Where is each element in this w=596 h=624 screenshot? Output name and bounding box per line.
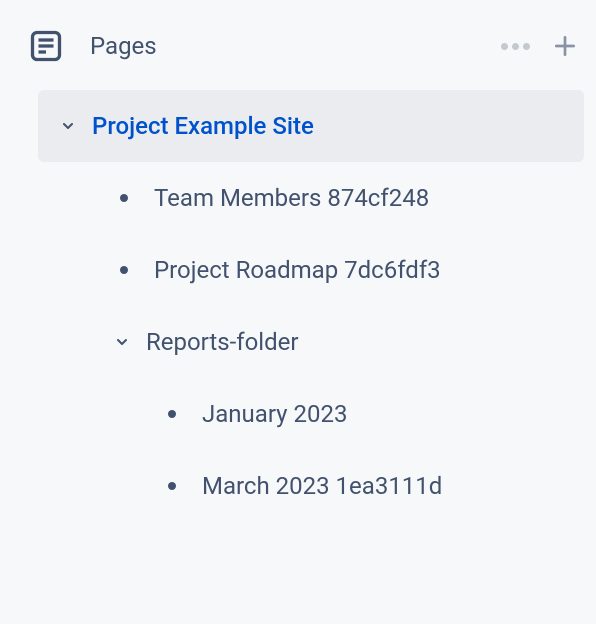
tree-item-page[interactable]: Team Members 874cf248 — [20, 162, 584, 234]
tree-item-label: January 2023 — [202, 400, 347, 428]
tree-item-label: Team Members 874cf248 — [154, 184, 429, 212]
tree-item-page[interactable]: Project Roadmap 7dc6fdf3 — [20, 234, 584, 306]
tree-item-folder[interactable]: Reports-folder — [20, 306, 584, 378]
more-options-icon[interactable] — [497, 39, 534, 54]
tree-item-root[interactable]: Project Example Site — [38, 90, 584, 162]
tree-item-label: Project Roadmap 7dc6fdf3 — [154, 256, 441, 284]
pages-header: Pages — [20, 28, 596, 64]
add-page-icon[interactable] — [552, 33, 578, 59]
pages-tree: Project Example Site Team Members 874cf2… — [20, 90, 596, 522]
bullet-icon — [120, 266, 128, 274]
tree-item-page[interactable]: January 2023 — [20, 378, 584, 450]
tree-item-label: Project Example Site — [92, 112, 314, 140]
chevron-down-icon[interactable] — [58, 116, 78, 136]
pages-document-icon — [28, 28, 64, 64]
tree-item-page[interactable]: March 2023 1ea3111d — [20, 450, 584, 522]
chevron-down-icon[interactable] — [112, 332, 132, 352]
tree-item-label: March 2023 1ea3111d — [202, 472, 442, 500]
bullet-icon — [168, 410, 176, 418]
bullet-icon — [120, 194, 128, 202]
bullet-icon — [168, 482, 176, 490]
header-actions — [497, 33, 578, 59]
tree-item-label: Reports-folder — [146, 328, 299, 356]
pages-title: Pages — [90, 32, 497, 60]
